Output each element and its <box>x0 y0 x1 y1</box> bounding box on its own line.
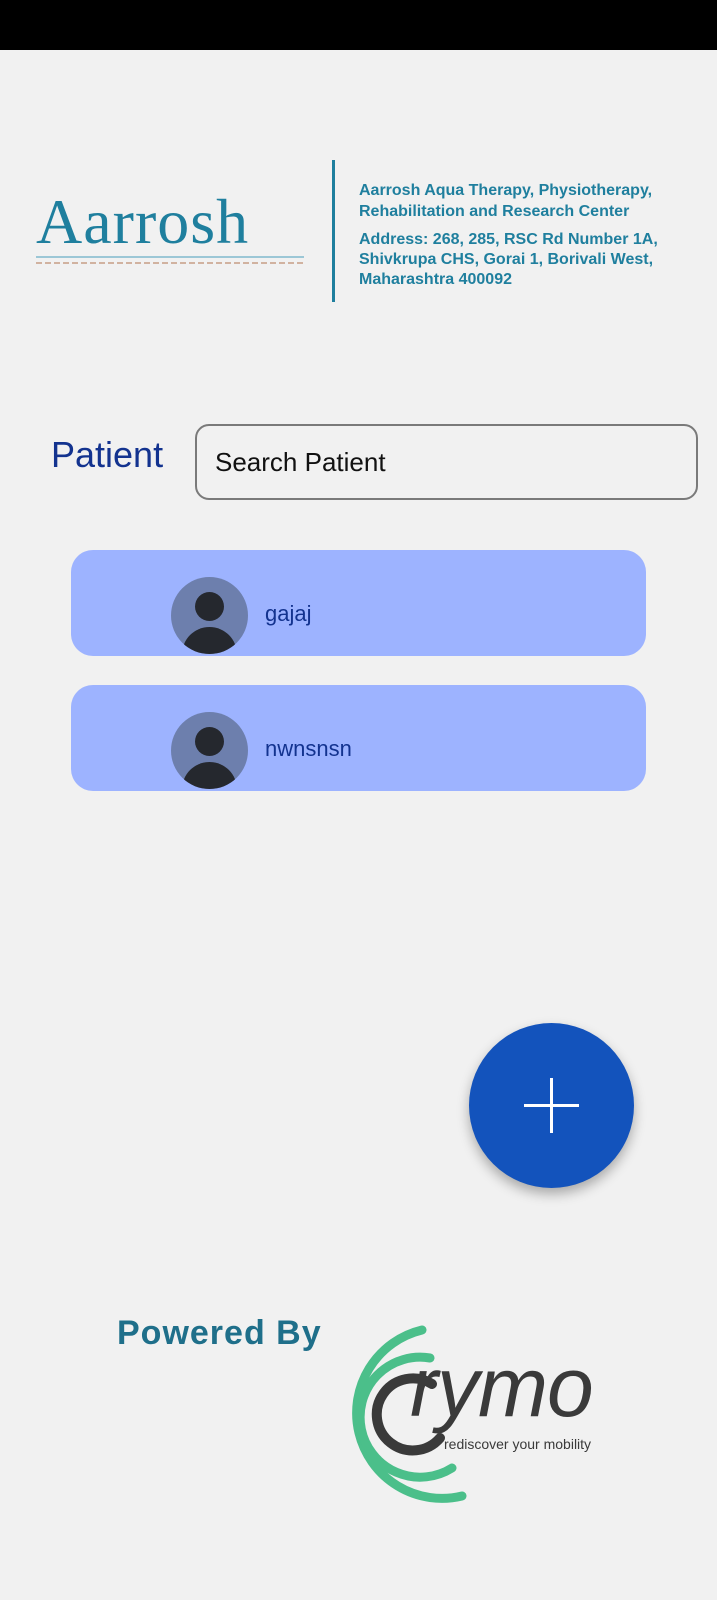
logo-tagline-decoration <box>36 262 304 264</box>
brand-tagline: rediscover your mobility <box>444 1436 592 1452</box>
person-avatar-icon <box>171 712 248 789</box>
center-name: Aarrosh Aqua Therapy, Physiotherapy, Reh… <box>359 182 653 220</box>
status-bar <box>0 0 717 50</box>
patient-name: nwnsnsn <box>265 736 352 761</box>
patient-list-item[interactable]: nwnsnsn <box>71 685 646 791</box>
brand-name: rymo <box>410 1340 594 1434</box>
logo-underline <box>36 256 304 258</box>
header-divider <box>332 160 335 302</box>
powered-by-label: Powered By <box>117 1314 322 1352</box>
center-address: Address: 268, 285, RSC Rd Number 1A, Shi… <box>359 231 658 288</box>
patient-list-item[interactable]: gajaj <box>71 550 646 656</box>
patient-name: gajaj <box>265 601 312 626</box>
person-avatar-icon <box>171 577 248 654</box>
logo-text: Aarrosh <box>36 186 250 257</box>
search-patient-input[interactable] <box>195 424 698 500</box>
add-patient-button[interactable] <box>469 1023 634 1188</box>
patient-label: Patient <box>51 434 164 475</box>
